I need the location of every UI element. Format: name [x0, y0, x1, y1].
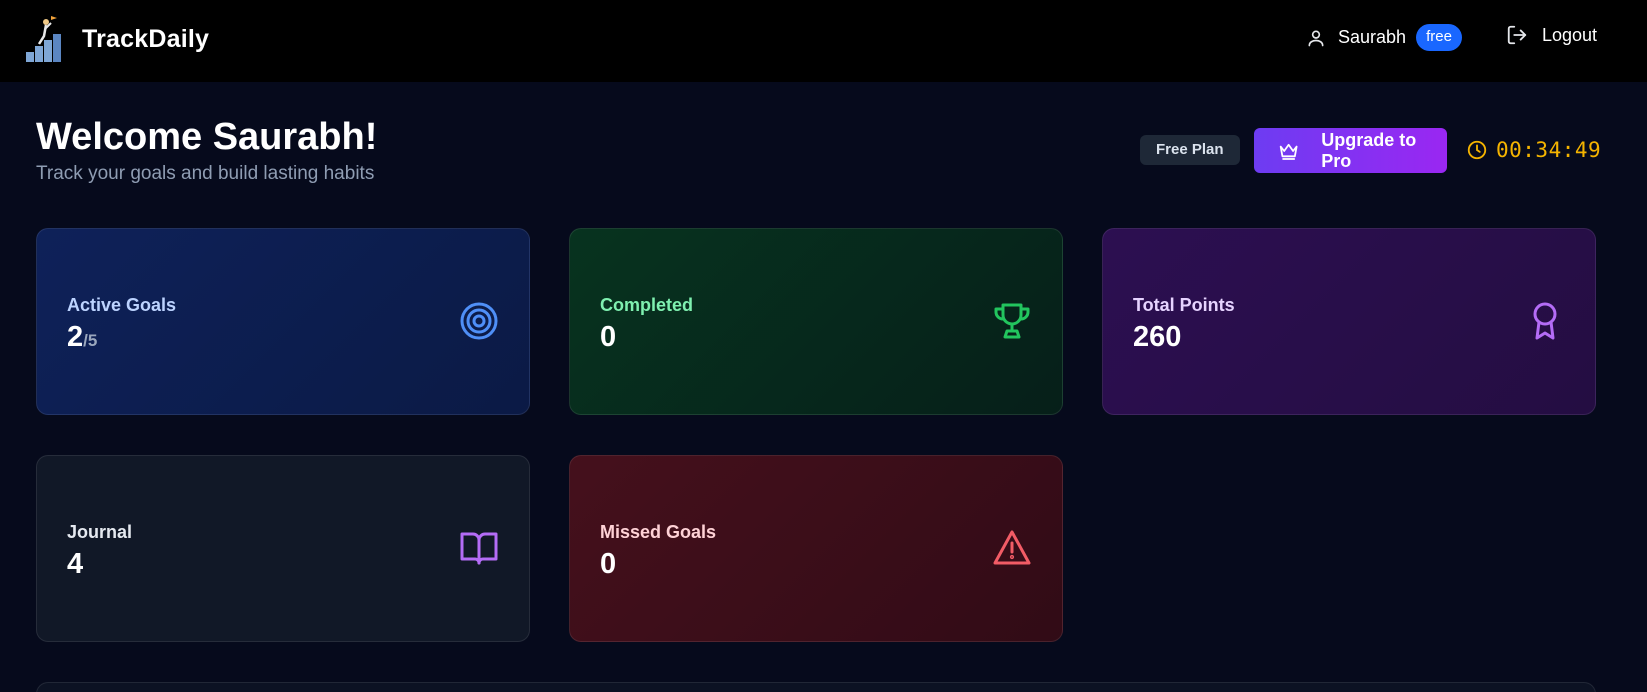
logout-button[interactable]: Logout	[1506, 24, 1597, 46]
card-value: 260	[1133, 321, 1182, 353]
trophy-icon	[994, 303, 1030, 339]
upgrade-button[interactable]: Upgrade to Pro	[1254, 128, 1447, 173]
card-value: 0	[600, 321, 617, 353]
brand[interactable]: TrackDaily	[24, 14, 209, 64]
card-label: Completed	[600, 295, 694, 315]
logo-icon	[26, 16, 61, 62]
card-value: 4	[67, 548, 84, 580]
card-label: Missed Goals	[600, 522, 717, 542]
plan-badge: Free Plan	[1140, 135, 1240, 165]
card-value-max: /5	[83, 331, 98, 350]
bottom-panel	[36, 682, 1596, 692]
alert-triangle-icon	[993, 530, 1031, 565]
card-label: Active Goals	[67, 295, 177, 315]
upgrade-label: Upgrade to Pro	[1321, 129, 1417, 171]
page-title: Welcome Saurabh!	[36, 116, 378, 158]
logout-label: Logout	[1542, 24, 1598, 45]
card-value: 0	[600, 548, 617, 580]
target-icon	[460, 302, 498, 340]
user-icon	[1308, 29, 1324, 46]
user-menu[interactable]: Saurabh free	[1306, 24, 1462, 51]
page-subtitle: Track your goals and build lasting habit…	[36, 163, 375, 184]
logout-icon	[1507, 25, 1527, 45]
crown-icon	[1279, 143, 1298, 160]
award-icon	[1533, 302, 1557, 340]
brand-name: TrackDaily	[82, 24, 210, 53]
missed-goals-card[interactable]: Missed Goals 0	[569, 455, 1063, 642]
session-timer: 00:34:49	[1466, 138, 1601, 162]
clock-icon	[1467, 140, 1487, 160]
card-label: Journal	[67, 522, 133, 542]
card-value: 2/5	[67, 321, 98, 353]
completed-card[interactable]: Completed 0	[569, 228, 1063, 415]
book-open-icon	[460, 532, 498, 565]
journal-card[interactable]: Journal 4	[36, 455, 530, 642]
user-name: Saurabh	[1338, 27, 1407, 47]
tier-badge: free	[1416, 24, 1462, 51]
total-points-card[interactable]: Total Points 260	[1102, 228, 1596, 415]
top-navbar: TrackDaily Saurabh free Logout	[0, 0, 1647, 82]
timer-text: 00:34:49	[1496, 138, 1602, 162]
card-label: Total Points	[1133, 295, 1235, 315]
active-goals-card[interactable]: Active Goals 2/5	[36, 228, 530, 415]
